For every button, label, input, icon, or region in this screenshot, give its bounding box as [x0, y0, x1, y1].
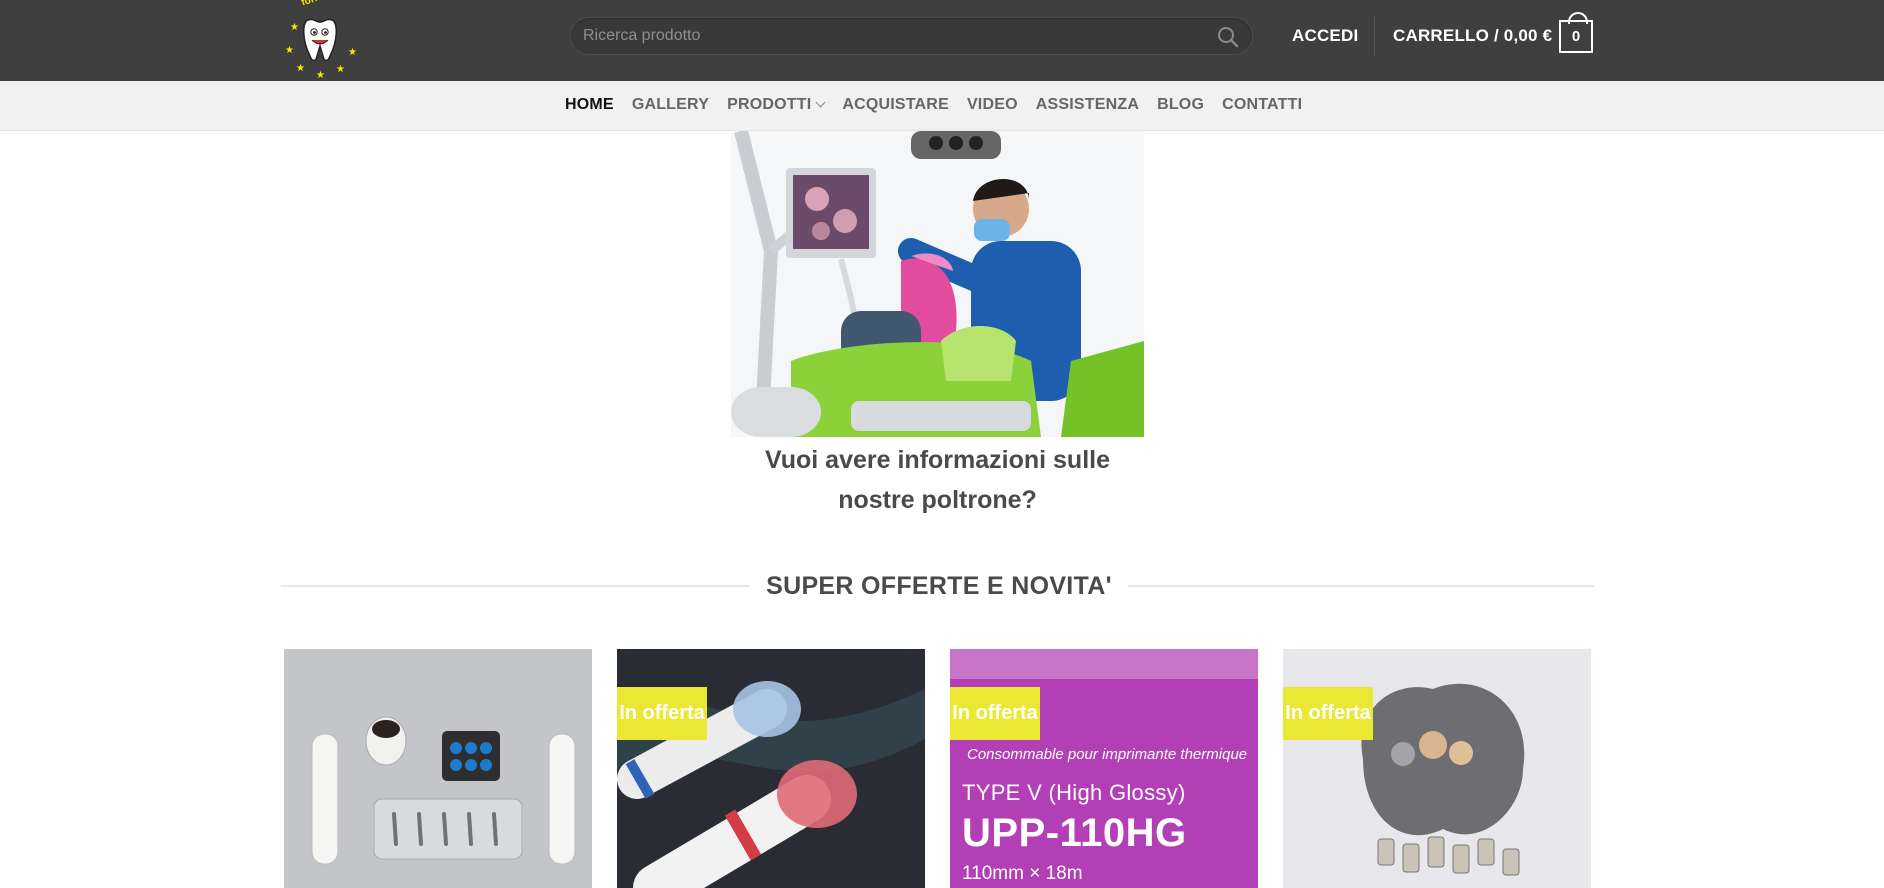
- login-link[interactable]: ACCEDI: [1292, 26, 1358, 46]
- packaging-text-line: 110mm × 18m: [962, 863, 1083, 884]
- search-input[interactable]: [571, 18, 1252, 54]
- packaging-text-line: Consommable pour imprimante thermique: [967, 746, 1248, 763]
- nav-item-gallery[interactable]: GALLERY: [632, 96, 709, 114]
- svg-text:★: ★: [348, 47, 357, 58]
- svg-text:★: ★: [336, 64, 345, 75]
- svg-text:★: ★: [290, 22, 299, 33]
- cart-link[interactable]: CARRELLO / 0,00 €: [1393, 26, 1552, 46]
- section-divider-right: [1128, 585, 1594, 587]
- hero-image-dental-chair[interactable]: [731, 131, 1144, 437]
- product-image-ultrasonic-handpieces: [617, 649, 925, 888]
- product-card[interactable]: In offerta: [617, 649, 925, 888]
- main-nav-bar: HOME GALLERY PRODOTTI ACQUISTARE VIDEO A…: [0, 81, 1884, 131]
- nav-item-acquistare[interactable]: ACQUISTARE: [842, 96, 949, 114]
- search-box: [570, 17, 1253, 55]
- nav-item-assistenza[interactable]: ASSISTENZA: [1036, 96, 1139, 114]
- packaging-text-line: TYPE V (High Glossy): [962, 780, 1186, 805]
- nav-item-prodotti-label: PRODOTTI: [727, 96, 812, 113]
- product-image-thermal-paper: Consommable pour imprimante thermique TY…: [950, 649, 1258, 888]
- nav-item-video[interactable]: VIDEO: [967, 96, 1018, 114]
- nav-item-contatti[interactable]: CONTATTI: [1222, 96, 1302, 114]
- search-icon[interactable]: [1216, 25, 1240, 49]
- product-image-dental-model: [1283, 649, 1591, 888]
- hero-cta-text[interactable]: Vuoi avere informazioni sulle nostre pol…: [731, 440, 1144, 520]
- section-title: SUPER OFFERTE E NOVITA': [766, 572, 1112, 600]
- product-image-scaler-tips: [284, 649, 592, 888]
- packaging-text-line: UPP-110HG: [962, 811, 1187, 855]
- svg-text:★: ★: [316, 70, 325, 80]
- product-card[interactable]: Consommable pour imprimante thermique TY…: [950, 649, 1258, 888]
- sale-badge: In offerta: [1283, 687, 1373, 740]
- svg-text:★: ★: [296, 63, 305, 74]
- chevron-down-icon: [815, 97, 826, 108]
- nav-item-blog[interactable]: BLOG: [1157, 96, 1204, 114]
- product-card[interactable]: In offerta: [1283, 649, 1591, 888]
- tooth-logo-icon: ★ ★ ★ ★ ★ ★: [285, 18, 357, 81]
- product-card[interactable]: [284, 649, 592, 888]
- top-header: ★ ★ ★ ★ ★ ★ forniture dentali ACCED: [0, 0, 1884, 81]
- nav-item-home[interactable]: HOME: [565, 96, 614, 114]
- cart-count-badge[interactable]: 0: [1559, 12, 1593, 53]
- sale-badge: In offerta: [950, 687, 1040, 740]
- nav-item-prodotti[interactable]: PRODOTTI: [727, 96, 826, 114]
- section-divider-left: [281, 585, 750, 587]
- site-logo[interactable]: ★ ★ ★ ★ ★ ★ forniture dentali: [282, 0, 376, 81]
- main-nav: HOME GALLERY PRODOTTI ACQUISTARE VIDEO A…: [565, 96, 1302, 114]
- header-divider: [1374, 16, 1375, 56]
- sale-badge: In offerta: [617, 687, 707, 740]
- svg-text:★: ★: [285, 45, 294, 56]
